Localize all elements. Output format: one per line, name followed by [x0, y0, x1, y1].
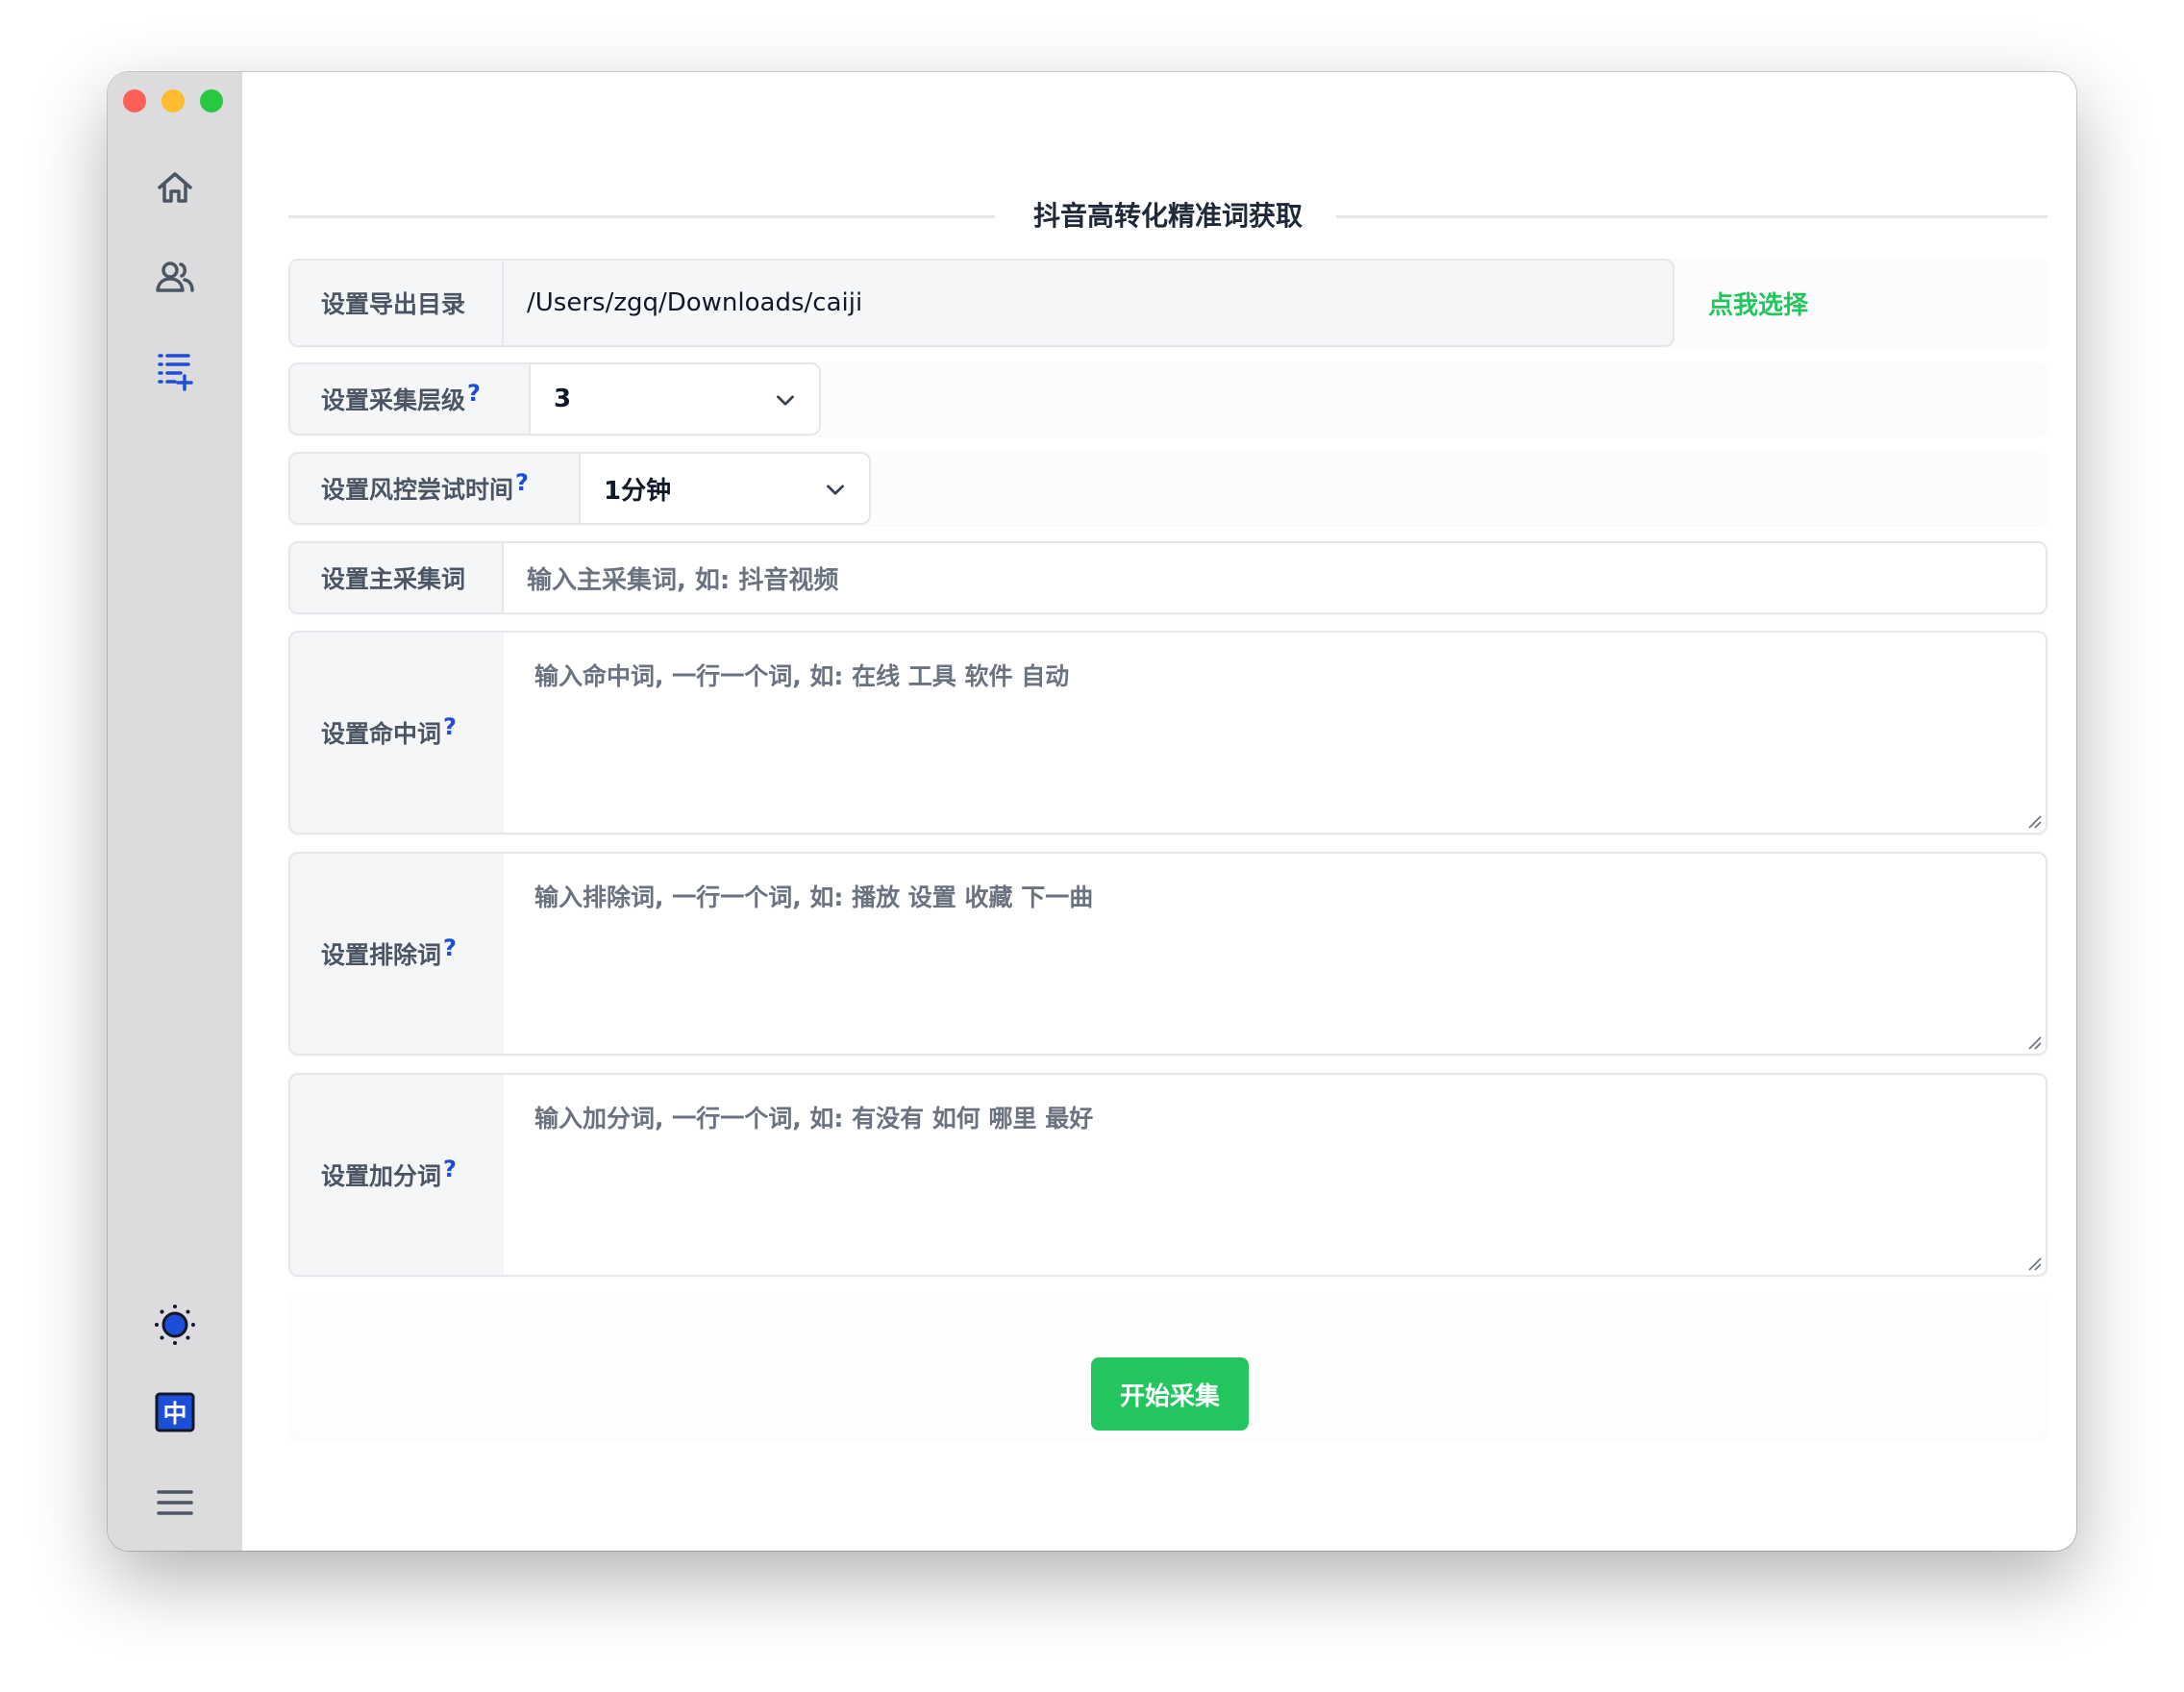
- app-window: 中 抖音高转化精准词获取 设置导出目录 /Users/zgq/Downloads…: [108, 72, 2076, 1551]
- hit-words-label: 设置命中词?: [288, 631, 506, 834]
- chevron-down-icon: [777, 395, 794, 406]
- export-dir-label: 设置导出目录: [288, 259, 504, 347]
- level-row: 设置采集层级? 3: [288, 362, 2048, 435]
- main-word-input[interactable]: 输入主采集词, 如: 抖音视频: [502, 541, 2048, 614]
- theme-toggle-icon[interactable]: [152, 1302, 198, 1348]
- exclude-words-textarea[interactable]: 输入排除词, 一行一个词, 如: 播放 设置 收藏 下一曲: [504, 852, 2048, 1056]
- chevron-down-icon: [827, 485, 844, 495]
- resize-handle-icon[interactable]: [2026, 813, 2042, 829]
- bonus-words-textarea[interactable]: 输入加分词, 一行一个词, 如: 有没有 如何 哪里 最好: [504, 1073, 2048, 1277]
- export-dir-input[interactable]: /Users/zgq/Downloads/caiji: [502, 259, 1675, 347]
- resize-handle-icon[interactable]: [2026, 1034, 2042, 1050]
- level-label: 设置采集层级?: [288, 362, 531, 435]
- language-icon[interactable]: 中: [152, 1389, 198, 1435]
- risk-time-select[interactable]: 1分钟: [579, 452, 871, 525]
- close-window-button[interactable]: [123, 89, 146, 112]
- exclude-words-row: 设置排除词? 输入排除词, 一行一个词, 如: 播放 设置 收藏 下一曲: [288, 852, 2048, 1056]
- page-title: 抖音高转化精准词获取: [288, 187, 2048, 245]
- home-icon[interactable]: [152, 164, 198, 211]
- svg-text:中: 中: [162, 1400, 186, 1428]
- minimize-window-button[interactable]: [161, 89, 185, 112]
- risk-time-help-icon[interactable]: ?: [515, 469, 529, 496]
- main-word-label: 设置主采集词: [288, 541, 504, 614]
- hit-words-help-icon[interactable]: ?: [443, 713, 457, 740]
- level-select[interactable]: 3: [529, 362, 821, 435]
- start-collect-button[interactable]: 开始采集: [1091, 1357, 1249, 1431]
- menu-icon[interactable]: [152, 1480, 198, 1526]
- hit-words-textarea[interactable]: 输入命中词, 一行一个词, 如: 在线 工具 软件 自动: [504, 631, 2048, 834]
- bonus-words-row: 设置加分词? 输入加分词, 一行一个词, 如: 有没有 如何 哪里 最好: [288, 1073, 2048, 1277]
- main-content: 抖音高转化精准词获取 设置导出目录 /Users/zgq/Downloads/c…: [242, 72, 2076, 1551]
- resize-handle-icon[interactable]: [2026, 1256, 2042, 1271]
- list-add-icon[interactable]: [152, 346, 198, 392]
- users-icon[interactable]: [152, 255, 198, 301]
- main-word-row: 设置主采集词 输入主采集词, 如: 抖音视频: [288, 541, 2048, 614]
- risk-time-label: 设置风控尝试时间?: [288, 452, 581, 525]
- risk-time-row: 设置风控尝试时间? 1分钟: [288, 452, 2048, 525]
- bonus-words-label: 设置加分词?: [288, 1073, 506, 1277]
- exclude-words-label: 设置排除词?: [288, 852, 506, 1056]
- level-help-icon[interactable]: ?: [467, 380, 481, 407]
- export-dir-row: 设置导出目录 /Users/zgq/Downloads/caiji 点我选择: [288, 259, 2048, 347]
- maximize-window-button[interactable]: [200, 89, 223, 112]
- hit-words-row: 设置命中词? 输入命中词, 一行一个词, 如: 在线 工具 软件 自动: [288, 631, 2048, 834]
- exclude-words-help-icon[interactable]: ?: [443, 934, 457, 961]
- choose-dir-button[interactable]: 点我选择: [1708, 259, 1808, 347]
- bonus-words-help-icon[interactable]: ?: [443, 1156, 457, 1182]
- sidebar: 中: [108, 72, 242, 1551]
- page-title-row: 抖音高转化精准词获取: [288, 187, 2048, 245]
